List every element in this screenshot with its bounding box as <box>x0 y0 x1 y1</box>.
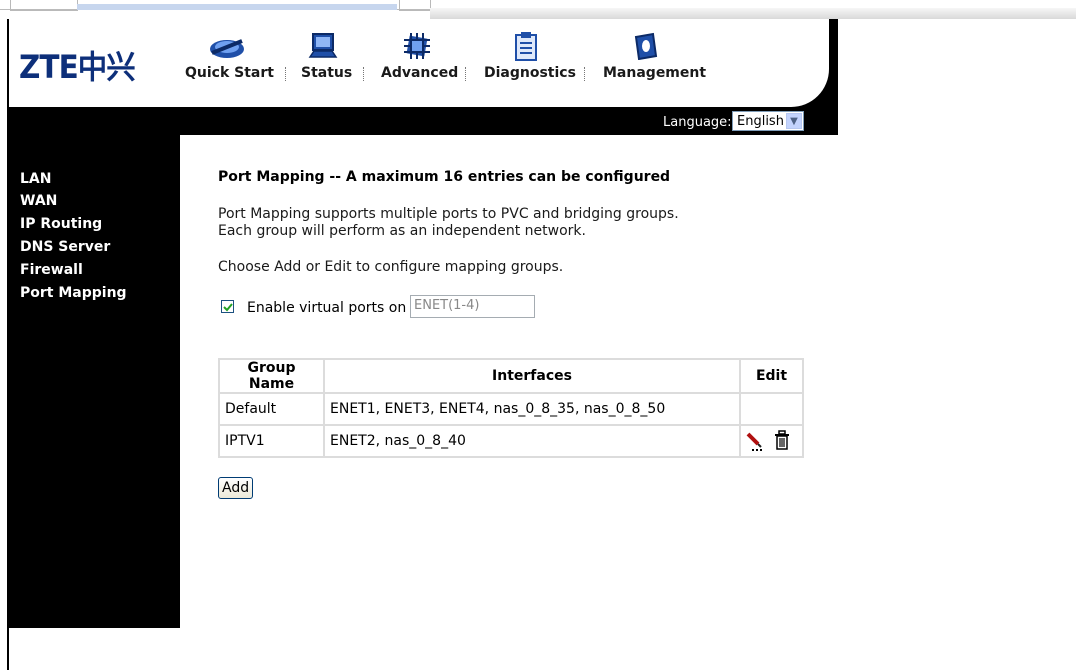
column-header-group-name: Group Name <box>218 358 325 394</box>
advanced-icon[interactable] <box>402 31 432 65</box>
sidebar-item-lan[interactable]: LAN <box>20 171 51 187</box>
checkmark-icon <box>223 303 233 312</box>
table-header-row: Group Name Interfaces Edit <box>218 358 804 394</box>
virtual-ports-field[interactable]: ENET(1-4) <box>410 295 535 318</box>
edit-cell <box>739 392 804 426</box>
language-select[interactable]: English ▼ <box>732 111 804 131</box>
nav-diagnostics[interactable]: Diagnostics <box>484 65 576 81</box>
status-icon[interactable] <box>308 31 338 65</box>
trash-icon[interactable] <box>774 430 790 454</box>
nav-management[interactable]: Management <box>603 65 706 81</box>
description-line-1: Port Mapping supports multiple ports to … <box>218 206 679 222</box>
interfaces-cell: ENET1, ENET3, ENET4, nas_0_8_35, nas_0_8… <box>323 392 741 426</box>
add-button[interactable]: Add <box>218 477 254 499</box>
virtual-ports-label: Enable virtual ports on <box>247 300 407 316</box>
column-header-edit: Edit <box>739 358 804 394</box>
diagnostics-icon[interactable] <box>513 30 539 66</box>
edit-cell <box>739 424 804 458</box>
header-panel: ZTE中兴 Quick Start Status Advanced Diagno… <box>9 19 829 107</box>
nav-separator <box>584 67 586 81</box>
edit-pencil-icon[interactable] <box>746 432 764 456</box>
sidebar-item-port-mapping[interactable]: Port Mapping <box>20 285 127 301</box>
group-name-cell: IPTV1 <box>218 424 325 458</box>
sidebar-item-wan[interactable]: WAN <box>20 193 57 209</box>
table-row: Default ENET1, ENET3, ENET4, nas_0_8_35,… <box>218 392 804 426</box>
nav-status[interactable]: Status <box>301 65 352 81</box>
nav-separator <box>363 67 365 81</box>
language-label: Language: <box>663 115 732 130</box>
interfaces-cell: ENET2, nas_0_8_40 <box>323 424 741 458</box>
nav-separator <box>285 67 287 81</box>
nav-advanced[interactable]: Advanced <box>381 65 458 81</box>
group-name-cell: Default <box>218 392 325 426</box>
language-value: English <box>737 114 784 129</box>
sidebar: LAN WAN IP Routing DNS Server Firewall P… <box>9 135 180 628</box>
column-header-interfaces: Interfaces <box>323 358 741 394</box>
table-row: IPTV1 ENET2, nas_0_8_40 <box>218 424 804 458</box>
sidebar-item-firewall[interactable]: Firewall <box>20 262 83 278</box>
content-corner <box>180 135 240 195</box>
browser-top-strip <box>0 0 1076 19</box>
zte-logo: ZTE中兴 <box>19 48 136 86</box>
page-title: Port Mapping -- A maximum 16 entries can… <box>218 169 671 185</box>
sidebar-item-ip-routing[interactable]: IP Routing <box>20 216 102 232</box>
instruction-text: Choose Add or Edit to configure mapping … <box>218 259 564 275</box>
quick-start-icon[interactable] <box>206 33 248 65</box>
management-icon[interactable] <box>633 32 659 64</box>
virtual-ports-checkbox[interactable] <box>221 300 234 313</box>
port-mapping-table: Group Name Interfaces Edit Default ENET1… <box>218 358 804 458</box>
nav-quick-start[interactable]: Quick Start <box>185 65 274 81</box>
sidebar-item-dns-server[interactable]: DNS Server <box>20 239 110 255</box>
description-line-2: Each group will perform as an independen… <box>218 223 586 239</box>
chevron-down-icon[interactable]: ▼ <box>786 113 802 129</box>
nav-separator <box>465 67 467 81</box>
